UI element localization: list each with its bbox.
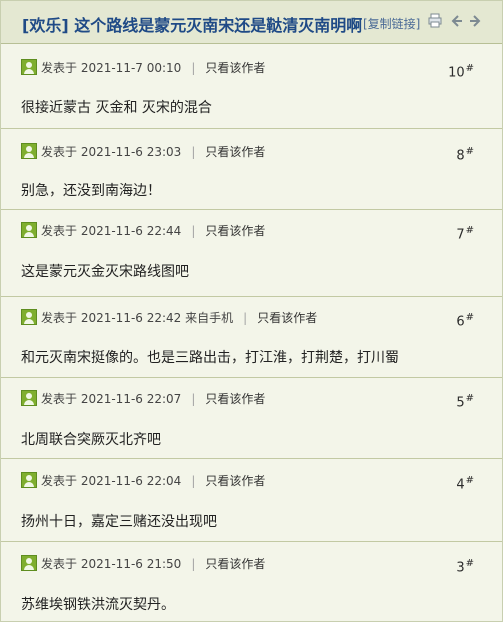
floor-number[interactable]: 7# (456, 225, 474, 242)
post-content: 北周联合突厥灭北齐吧 (21, 432, 161, 448)
user-avatar-icon[interactable] (21, 555, 37, 571)
post-item: 发表于 2021-11-6 21:50 | 只看该作者 3# 苏维埃钢铁洪流灭契丹。 (1, 542, 502, 621)
separator: | (191, 145, 196, 159)
post-timestamp: 发表于 2021-11-6 21:50 (41, 557, 182, 571)
floor-number[interactable]: 8# (456, 146, 474, 163)
user-avatar-icon[interactable] (21, 143, 37, 159)
user-avatar-icon[interactable] (21, 309, 37, 325)
post-content: 这是蒙元灭金灭宋路线图吧 (21, 264, 189, 280)
thread-container: [欢乐] 这个路线是蒙元灭南宋还是鞑清灭南明啊 [复制链接] 发表于 2021-… (0, 0, 503, 622)
thread-title[interactable]: [欢乐] 这个路线是蒙元灭南宋还是鞑清灭南明啊 (22, 12, 362, 36)
post-timestamp: 发表于 2021-11-6 22:44 (41, 224, 182, 238)
only-author-link[interactable]: 只看该作者 (205, 224, 265, 238)
post-timestamp: 发表于 2021-11-6 22:07 (41, 392, 182, 406)
only-author-link[interactable]: 只看该作者 (205, 61, 265, 75)
copy-link-button[interactable]: [复制链接] (363, 15, 420, 32)
only-author-link[interactable]: 只看该作者 (205, 557, 265, 571)
post-timestamp: 发表于 2021-11-7 00:10 (41, 61, 182, 75)
post-item: 发表于 2021-11-6 22:04 | 只看该作者 4# 扬州十日，嘉定三赌还没… (1, 459, 502, 542)
separator: | (191, 474, 196, 488)
post-content: 扬州十日，嘉定三赌还没出现吧 (21, 514, 217, 530)
only-author-link[interactable]: 只看该作者 (205, 145, 265, 159)
post-item: 发表于 2021-11-6 23:03 | 只看该作者 8# 别急，还没到南海边！ (1, 129, 502, 210)
separator: | (243, 311, 248, 325)
separator: | (191, 224, 196, 238)
floor-number[interactable]: 10# (448, 63, 474, 80)
post-content: 和元灭南宋挺像的。也是三路出击，打江淮，打荆楚，打川蜀 (21, 350, 399, 366)
only-author-link[interactable]: 只看该作者 (205, 474, 265, 488)
post-item: 发表于 2021-11-6 22:42 来自手机 | 只看该作者 6# 和元灭南宋挺… (1, 297, 502, 378)
print-icon[interactable] (427, 13, 443, 29)
post-item: 发表于 2021-11-7 00:10 | 只看该作者 10# 很接近蒙古 灭金和 … (1, 43, 502, 129)
user-avatar-icon[interactable] (21, 59, 37, 75)
post-content: 很接近蒙古 灭金和 灭宋的混合 (21, 100, 212, 116)
floor-number[interactable]: 6# (456, 312, 474, 329)
post-timestamp: 发表于 2021-11-6 22:04 (41, 474, 182, 488)
post-content: 苏维埃钢铁洪流灭契丹。 (21, 597, 175, 613)
prev-arrow-icon[interactable] (448, 13, 464, 29)
separator: | (191, 61, 196, 75)
floor-number[interactable]: 3# (456, 558, 474, 575)
next-arrow-icon[interactable] (468, 13, 484, 29)
user-avatar-icon[interactable] (21, 222, 37, 238)
post-item: 发表于 2021-11-6 22:07 | 只看该作者 5# 北周联合突厥灭北齐吧 (1, 378, 502, 459)
post-timestamp: 发表于 2021-11-6 22:42 (41, 311, 182, 325)
mobile-source: 来自手机 (185, 311, 234, 325)
separator: | (191, 557, 196, 571)
user-avatar-icon[interactable] (21, 472, 37, 488)
separator: | (191, 392, 196, 406)
post-content: 别急，还没到南海边！ (21, 183, 161, 199)
post-item: 发表于 2021-11-6 22:44 | 只看该作者 7# 这是蒙元灭金灭宋路线图… (1, 210, 502, 297)
floor-number[interactable]: 5# (456, 393, 474, 410)
only-author-link[interactable]: 只看该作者 (205, 392, 265, 406)
only-author-link[interactable]: 只看该作者 (257, 311, 317, 325)
floor-number[interactable]: 4# (456, 475, 474, 492)
thread-header: [欢乐] 这个路线是蒙元灭南宋还是鞑清灭南明啊 [复制链接] (1, 1, 502, 44)
post-timestamp: 发表于 2021-11-6 23:03 (41, 145, 182, 159)
user-avatar-icon[interactable] (21, 390, 37, 406)
